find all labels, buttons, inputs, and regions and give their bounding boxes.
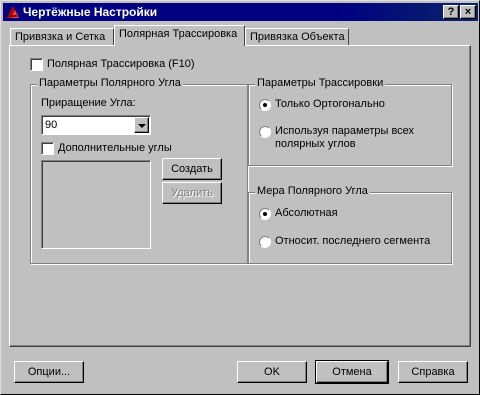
polar-tracking-label: Полярная Трассировка (F10) xyxy=(47,58,195,70)
create-angle-button-label: Создать xyxy=(171,163,213,175)
tab-label: Полярная Трассировка xyxy=(119,28,238,40)
options-button-label: Опции... xyxy=(27,366,71,378)
additional-angles-checkbox[interactable] xyxy=(41,142,54,155)
polar-angle-group: Параметры Полярного Угла Приращение Угла… xyxy=(30,77,248,264)
cancel-button[interactable]: Отмена xyxy=(315,360,389,384)
tab-snap-and-grid[interactable]: Привязка и Сетка xyxy=(10,28,114,46)
polar-angle-measure-group-title: Мера Полярного Угла xyxy=(255,185,370,197)
all-polar-angles-label-line1: Используя параметры всех xyxy=(275,125,415,137)
angle-increment-select[interactable]: 90 xyxy=(41,115,151,135)
ok-button[interactable]: OK xyxy=(237,361,307,383)
all-polar-angles-radio[interactable] xyxy=(259,126,271,138)
ok-button-label: OK xyxy=(264,366,280,378)
ortho-only-radio[interactable] xyxy=(259,99,271,111)
angle-increment-value: 90 xyxy=(45,119,58,131)
tracking-settings-group-title: Параметры Трассировки xyxy=(255,77,386,89)
tab-label: Привязка Объекта xyxy=(250,31,345,43)
help-button[interactable]: Справка xyxy=(398,361,468,383)
tab-polar-tracking[interactable]: Полярная Трассировка xyxy=(114,25,245,46)
tab-object-snap[interactable]: Привязка Объекта xyxy=(245,28,349,46)
window-title: Чертёжные Настройки xyxy=(23,5,158,19)
drafting-settings-dialog: Чертёжные Настройки ? × Привязка и Сетка… xyxy=(0,0,480,395)
polar-tracking-panel: Полярная Трассировка (F10) Параметры Пол… xyxy=(9,45,471,347)
chevron-down-icon[interactable] xyxy=(134,117,149,133)
tab-label: Привязка и Сетка xyxy=(15,31,106,43)
cancel-button-label: Отмена xyxy=(332,366,372,378)
all-polar-angles-label-line2: полярных углов xyxy=(275,138,356,150)
relative-last-segment-radio[interactable] xyxy=(259,236,271,248)
relative-last-segment-label: Относит. последнего сегмента xyxy=(275,235,431,247)
delete-angle-button-label: Удалить xyxy=(171,187,213,199)
tracking-settings-group: Параметры Трассировки Только Ортогональн… xyxy=(248,77,452,166)
help-title-button[interactable]: ? xyxy=(443,5,459,19)
angle-increment-label: Приращение Угла: xyxy=(41,97,136,109)
close-icon[interactable]: × xyxy=(460,5,476,19)
create-angle-button[interactable]: Создать xyxy=(162,158,222,180)
additional-angles-list[interactable] xyxy=(41,160,151,249)
polar-tracking-checkbox[interactable] xyxy=(30,58,43,71)
absolute-radio[interactable] xyxy=(259,208,271,220)
polar-angle-measure-group: Мера Полярного Угла Абсолютная Относит. … xyxy=(248,185,452,264)
title-bar[interactable]: Чертёжные Настройки ? × xyxy=(3,3,478,21)
options-button[interactable]: Опции... xyxy=(14,361,84,383)
delete-angle-button[interactable]: Удалить xyxy=(162,182,222,204)
additional-angles-label: Дополнительные углы xyxy=(58,142,172,154)
polar-angle-group-title: Параметры Полярного Угла xyxy=(37,77,183,89)
autocad-app-icon xyxy=(7,6,19,18)
ortho-only-label: Только Ортогонально xyxy=(275,98,385,110)
help-button-label: Справка xyxy=(411,366,455,378)
absolute-label: Абсолютная xyxy=(275,207,338,219)
